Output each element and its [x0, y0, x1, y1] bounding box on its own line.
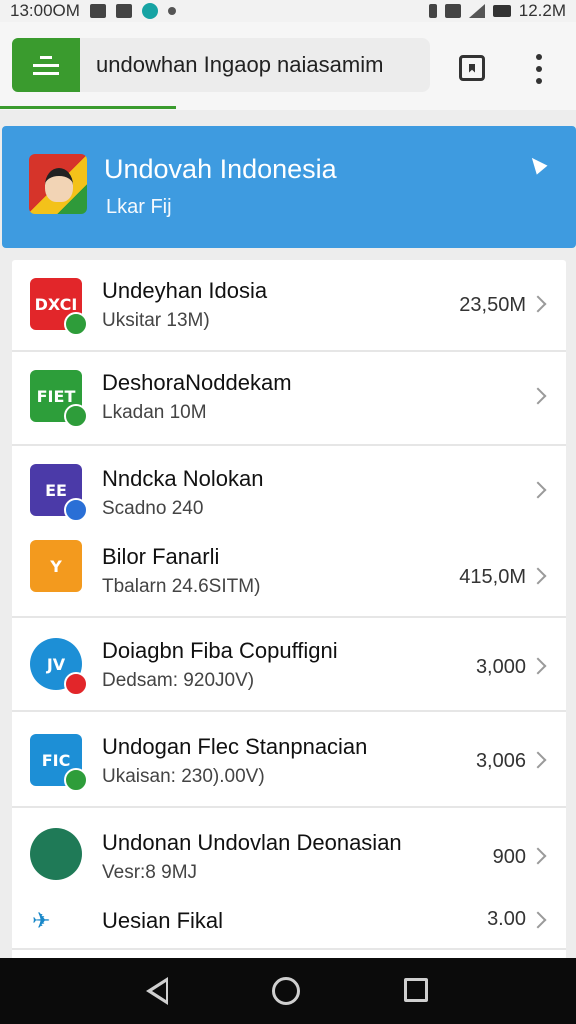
app-icon: FIC — [30, 734, 88, 792]
item-subtitle: Uksitar 13M) — [102, 310, 210, 331]
notification-icon — [115, 4, 132, 18]
badge-icon — [64, 672, 88, 696]
hero-logo-face — [45, 168, 73, 202]
list-item[interactable]: JV Doiagbn Fiba Copuffigni Dedsam: 920J0… — [12, 618, 566, 710]
item-subtitle: Dedsam: 920J0V) — [102, 670, 255, 691]
menu-line — [40, 55, 52, 59]
battery-icon — [492, 5, 511, 17]
app-notification-icon — [141, 3, 158, 19]
item-size: 3,000 — [475, 656, 526, 678]
item-size: 3,006 — [475, 750, 526, 772]
top-bar: undowhan Ingaop naiasamim — [0, 22, 576, 110]
app-icon: EE — [30, 464, 88, 522]
list-item[interactable]: ✈ Uesian Fikal 3.00 — [12, 896, 566, 946]
app-icon: DXCI — [30, 278, 88, 336]
item-title: DeshoraNoddekam — [102, 370, 292, 395]
status-right: 12.2M — [428, 1, 566, 21]
chevron-right-icon — [529, 481, 547, 499]
item-subtitle: Scadno 240 — [102, 498, 204, 519]
recents-icon[interactable] — [404, 978, 428, 1002]
back-icon[interactable] — [146, 977, 170, 1005]
item-title: Doiagbn Fiba Copuffigni — [102, 638, 338, 663]
bookmark-icon[interactable] — [459, 55, 485, 81]
item-title: Nndcka Nolokan — [102, 466, 264, 491]
item-size: 415,0M — [459, 566, 526, 588]
item-title: Bilor Fanarli — [102, 544, 220, 569]
item-size: 23,50M — [459, 294, 526, 316]
list-item[interactable]: FIET DeshoraNoddekam Lkadan 10M — [12, 352, 566, 444]
chevron-right-icon — [529, 295, 547, 313]
cursor-icon[interactable] — [524, 154, 550, 180]
app-icon — [30, 828, 82, 880]
list-item[interactable]: EE Nndcka Nolokan Scadno 240 — [12, 446, 566, 522]
menu-button[interactable] — [12, 38, 80, 92]
status-left: 13:00OM — [10, 1, 176, 21]
list-item[interactable]: FIC Undogan Flec Stanpnacian Ukaisan: 23… — [12, 712, 566, 806]
badge-icon — [64, 768, 88, 792]
chevron-right-icon — [529, 911, 547, 929]
overflow-menu-icon[interactable] — [533, 54, 545, 84]
hero-card[interactable]: Undovah Indonesia Lkar Fij — [2, 126, 576, 248]
dot-icon — [167, 7, 176, 15]
search-input-value: undowhan Ingaop naiasamim — [96, 52, 384, 77]
item-size: 3.00 — [487, 908, 526, 930]
wifi-icon — [444, 4, 461, 18]
item-subtitle: Vesr:8 9MJ — [102, 862, 198, 883]
badge-icon — [64, 404, 88, 428]
status-bar: 13:00OM 12.2M — [0, 0, 576, 22]
home-icon[interactable] — [272, 977, 300, 1005]
item-title: Uesian Fikal — [102, 908, 224, 933]
item-title: Undogan Flec Stanpnacian — [102, 734, 368, 759]
list-item[interactable]: Undonan Undovlan Deonasian Vesr:8 9MJ 90… — [12, 808, 566, 896]
bluetooth-icon — [428, 4, 437, 18]
plane-icon: ✈ — [32, 908, 51, 933]
app-icon: FIET — [30, 370, 88, 428]
chevron-right-icon — [529, 847, 547, 865]
badge-icon — [64, 498, 88, 522]
chevron-right-icon — [529, 387, 547, 405]
app-list: DXCI Undeyhan Idosia Uksitar 13M) 23,50M… — [12, 260, 566, 960]
navigation-bar — [0, 958, 576, 1024]
search-input[interactable]: undowhan Ingaop naiasamim — [80, 38, 430, 92]
item-title: Undonan Undovlan Deonasian — [102, 830, 402, 855]
menu-line — [33, 63, 59, 67]
status-time-right: 12.2M — [518, 1, 566, 20]
item-subtitle: Lkadan 10M — [102, 402, 207, 423]
app-icon: JV — [30, 638, 88, 696]
signal-icon — [468, 4, 485, 18]
hero-subtitle: Lkar Fij — [106, 196, 172, 218]
badge-icon — [64, 312, 88, 336]
chevron-right-icon — [529, 657, 547, 675]
item-title: Undeyhan Idosia — [102, 278, 268, 303]
list-item[interactable]: Y Bilor Fanarli Tbalarn 24.6SITM) 415,0M — [12, 524, 566, 616]
divider — [12, 948, 566, 950]
phone-icon — [89, 4, 106, 18]
app-icon: Y — [30, 540, 82, 592]
item-subtitle: Ukaisan: 230).00V) — [102, 766, 265, 787]
loading-progress-bar — [0, 106, 176, 109]
item-subtitle: Tbalarn 24.6SITM) — [102, 576, 261, 597]
chevron-right-icon — [529, 567, 547, 585]
chevron-right-icon — [529, 751, 547, 769]
list-item[interactable]: DXCI Undeyhan Idosia Uksitar 13M) 23,50M — [12, 260, 566, 350]
hero-title: Undovah Indonesia — [104, 154, 337, 184]
item-size: 900 — [492, 846, 526, 868]
status-time-left: 13:00OM — [10, 1, 80, 20]
menu-line — [33, 71, 59, 75]
hero-logo — [29, 154, 87, 214]
